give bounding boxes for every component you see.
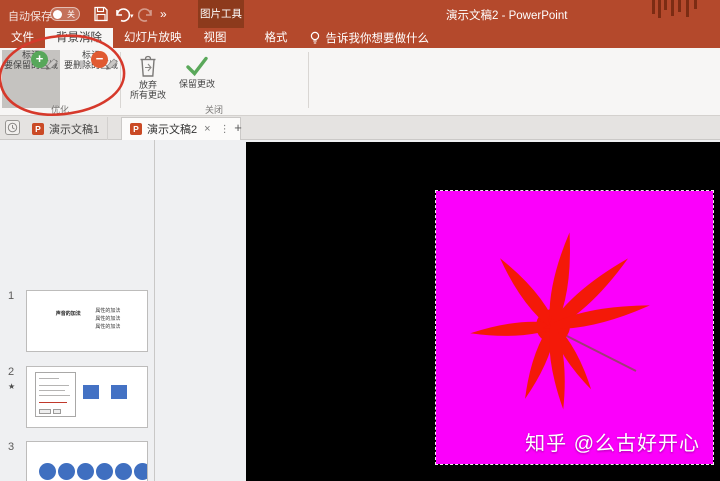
maple-leaf-image — [468, 230, 653, 412]
animation-star-icon: ★ — [8, 382, 16, 391]
doc-tab-presentation1[interactable]: P 演示文稿1 — [24, 117, 109, 140]
keep-changes-label: 保留更改 — [178, 79, 215, 89]
document-tab-bar: P 演示文稿1 P 演示文稿2 × ⋮ + — [0, 116, 720, 140]
pencil-icon — [46, 58, 58, 70]
slide1-lines: 属性的加法 属性的加法 属性的加法 — [95, 307, 121, 330]
autosave-state-label: 关 — [67, 9, 75, 19]
slide-number: 3 — [8, 441, 15, 453]
keep-changes-button[interactable]: 保留更改 — [172, 50, 222, 108]
new-tab-button[interactable]: + — [230, 120, 246, 136]
dialog-screenshot-graphic — [35, 371, 77, 418]
slide-number: 1 — [8, 290, 15, 302]
group-divider — [308, 52, 309, 108]
tab-slideshow[interactable]: 幻灯片放映 — [113, 28, 193, 48]
main-area: 1 2 ★ 3 4 5 声音的加法 属性的加法属性的加法属性的加法 — [0, 140, 720, 481]
undo-icon[interactable] — [112, 5, 130, 23]
window-title: 演示文稿2 - PowerPoint — [446, 10, 568, 22]
tell-me-box[interactable]: 告诉我你想要做什么 — [299, 28, 440, 48]
powerpoint-file-icon: P — [130, 123, 142, 135]
group-divider — [120, 52, 121, 108]
picture-background-removal-preview[interactable]: 知乎 @么古好开心 — [435, 190, 714, 465]
discard-label-1: 放弃 — [138, 80, 157, 90]
panel-divider[interactable] — [154, 140, 155, 481]
discard-label-2: 所有更改 — [129, 90, 166, 100]
slide-number: 2 — [8, 366, 15, 378]
slide-thumbnail-2[interactable] — [26, 366, 148, 428]
slide1-heading: 声音的加法 — [55, 311, 81, 318]
group-close-label: 关闭 — [204, 105, 223, 115]
powerpoint-window: 自动保存 关 ▾ » 图片工具 演示文稿2 - PowerPoint 文件 背景… — [0, 0, 720, 481]
group-refine-label: 优化 — [50, 105, 69, 115]
blue-rectangle-shape — [111, 385, 127, 399]
trash-icon — [140, 55, 156, 77]
undo-dropdown-caret[interactable]: ▾ — [130, 12, 134, 20]
circle-row — [39, 463, 147, 480]
tab-format[interactable]: 格式 — [254, 28, 299, 48]
tab-view[interactable]: 视图 — [193, 28, 238, 48]
watermark-text: 知乎 @么古好开心 — [525, 433, 700, 455]
ribbon-tab-row: 文件 背景消除 幻灯片放映 视图 格式 告诉我你想要做什么 — [0, 28, 720, 48]
title-bar: 自动保存 关 ▾ » 图片工具 演示文稿2 - PowerPoint — [0, 0, 720, 28]
doc-tab-presentation2[interactable]: P 演示文稿2 × ⋮ — [121, 117, 241, 140]
ribbon-background-removal: + 标记 要保留的区域 − 标记 要删除的区域 优化 — [0, 48, 720, 116]
autosave-toggle-knob — [53, 9, 62, 19]
autosave-toggle[interactable]: 关 — [50, 7, 80, 21]
tab-file[interactable]: 文件 — [0, 28, 45, 48]
clock-icon — [7, 122, 18, 133]
quick-access-overflow[interactable]: » — [160, 7, 167, 21]
mark-keep-button[interactable]: + 标记 要保留的区域 — [2, 50, 60, 108]
slide-thumbnail-1[interactable]: 声音的加法 属性的加法 属性的加法 属性的加法 — [26, 290, 148, 352]
redo-icon[interactable] — [138, 5, 156, 23]
autosave-label: 自动保存 — [8, 11, 52, 23]
powerpoint-file-icon: P — [32, 122, 44, 135]
decorative-bars — [650, 0, 708, 20]
picture-tools-header: 图片工具 — [198, 0, 244, 28]
blue-rectangle-shape — [83, 385, 100, 399]
tell-me-label: 告诉我你想要做什么 — [325, 33, 430, 45]
lightbulb-icon — [310, 31, 319, 44]
slide-canvas[interactable]: 知乎 @么古好开心 — [246, 142, 720, 481]
doc-tab-label: 演示文稿1 — [49, 123, 100, 136]
slide-thumbnail-3[interactable] — [26, 441, 148, 481]
checkmark-icon — [186, 56, 208, 77]
mark-remove-button[interactable]: − 标记 要删除的区域 — [62, 50, 120, 108]
pencil-icon — [106, 58, 118, 70]
tab-history-button[interactable] — [5, 120, 20, 135]
doc-tab-label: 演示文稿2 — [147, 124, 198, 136]
discard-changes-button[interactable]: 放弃 所有更改 — [126, 50, 170, 108]
save-icon[interactable] — [92, 5, 110, 23]
tab-background-removal[interactable]: 背景消除 — [45, 28, 113, 48]
close-tab-icon[interactable]: × — [202, 123, 212, 135]
